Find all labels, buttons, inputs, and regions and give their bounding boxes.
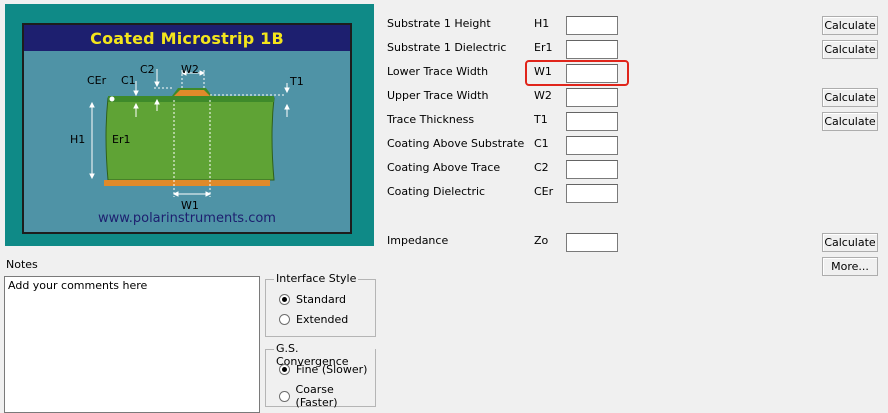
label-substrate-height: Substrate 1 Height xyxy=(387,17,491,30)
radio-coarse-dot[interactable] xyxy=(279,390,290,402)
radio-standard[interactable]: Standard xyxy=(279,293,346,306)
radio-standard-label: Standard xyxy=(296,293,347,306)
label-lower-trace-width: Lower Trace Width xyxy=(387,65,489,78)
symbol-zo: Zo xyxy=(534,234,549,247)
label-trace-thickness: Trace Thickness xyxy=(387,113,475,126)
calculate-t1-button[interactable]: Calculate xyxy=(822,112,878,131)
label-coating-above-substrate: Coating Above Substrate xyxy=(387,137,525,150)
label-t1: T1 xyxy=(289,75,304,88)
calculate-h1-button[interactable]: Calculate xyxy=(822,16,878,35)
label-impedance: Impedance xyxy=(387,234,449,247)
w2-input[interactable] xyxy=(566,88,618,107)
label-substrate-dielectric: Substrate 1 Dielectric xyxy=(387,41,507,54)
diagram-panel: Coated Microstrip 1B CEr C1 C2 W2 T1 H1 … xyxy=(22,23,352,234)
radio-coarse[interactable]: Coarse (Faster) xyxy=(279,383,375,409)
symbol-cer: CEr xyxy=(534,185,554,198)
calculate-w2-button[interactable]: Calculate xyxy=(822,88,878,107)
notes-label: Notes xyxy=(6,258,38,271)
gs-convergence-group: G.S. Convergence Fine (Slower) Coarse (F… xyxy=(265,342,376,409)
label-cer: CEr xyxy=(87,74,107,87)
more-button[interactable]: More... xyxy=(822,257,878,276)
symbol-w2: W2 xyxy=(534,89,552,102)
structure-diagram: Coated Microstrip 1B CEr C1 C2 W2 T1 H1 … xyxy=(5,4,374,246)
label-c2: C2 xyxy=(140,63,155,76)
radio-extended-label: Extended xyxy=(296,313,349,326)
label-c1: C1 xyxy=(121,74,136,87)
calculate-er1-button[interactable]: Calculate xyxy=(822,40,878,59)
radio-fine-dot[interactable] xyxy=(279,364,290,375)
label-er1: Er1 xyxy=(112,133,130,146)
substrate-shape xyxy=(105,97,275,181)
radio-fine[interactable]: Fine (Slower) xyxy=(279,363,367,376)
symbol-t1: T1 xyxy=(534,113,548,126)
diagram-url: www.polarinstruments.com xyxy=(98,211,276,226)
c2-input[interactable] xyxy=(566,160,618,179)
symbol-er1: Er1 xyxy=(534,41,553,54)
symbol-h1: H1 xyxy=(534,17,550,30)
trace-shape xyxy=(174,90,210,96)
label-w2: W2 xyxy=(181,63,199,76)
radio-fine-label: Fine (Slower) xyxy=(296,363,368,376)
cer-input[interactable] xyxy=(566,184,618,203)
er1-input[interactable] xyxy=(566,40,618,59)
symbol-c1: C1 xyxy=(534,137,549,150)
ground-plane xyxy=(104,180,270,186)
label-upper-trace-width: Upper Trace Width xyxy=(387,89,489,102)
symbol-c2: C2 xyxy=(534,161,549,174)
radio-standard-dot[interactable] xyxy=(279,294,290,305)
label-coating-dielectric: Coating Dielectric xyxy=(387,185,486,198)
c1-input[interactable] xyxy=(566,136,618,155)
calculate-zo-button[interactable]: Calculate xyxy=(822,233,878,252)
zo-input[interactable] xyxy=(566,233,618,252)
notes-textarea[interactable]: Add your comments here xyxy=(4,276,260,413)
radio-extended-dot[interactable] xyxy=(279,314,290,325)
microstrip-cross-section: CEr C1 C2 W2 T1 H1 Er1 W1 xyxy=(70,63,304,212)
h1-input[interactable] xyxy=(566,16,618,35)
label-coating-above-trace: Coating Above Trace xyxy=(387,161,501,174)
w1-highlight-box xyxy=(525,60,629,86)
interface-style-title: Interface Style xyxy=(274,272,359,285)
radio-extended[interactable]: Extended xyxy=(279,313,348,326)
t1-input[interactable] xyxy=(566,112,618,131)
interface-style-group: Interface Style Standard Extended xyxy=(265,272,376,337)
label-h1: H1 xyxy=(70,133,85,146)
radio-coarse-label: Coarse (Faster) xyxy=(295,383,338,409)
